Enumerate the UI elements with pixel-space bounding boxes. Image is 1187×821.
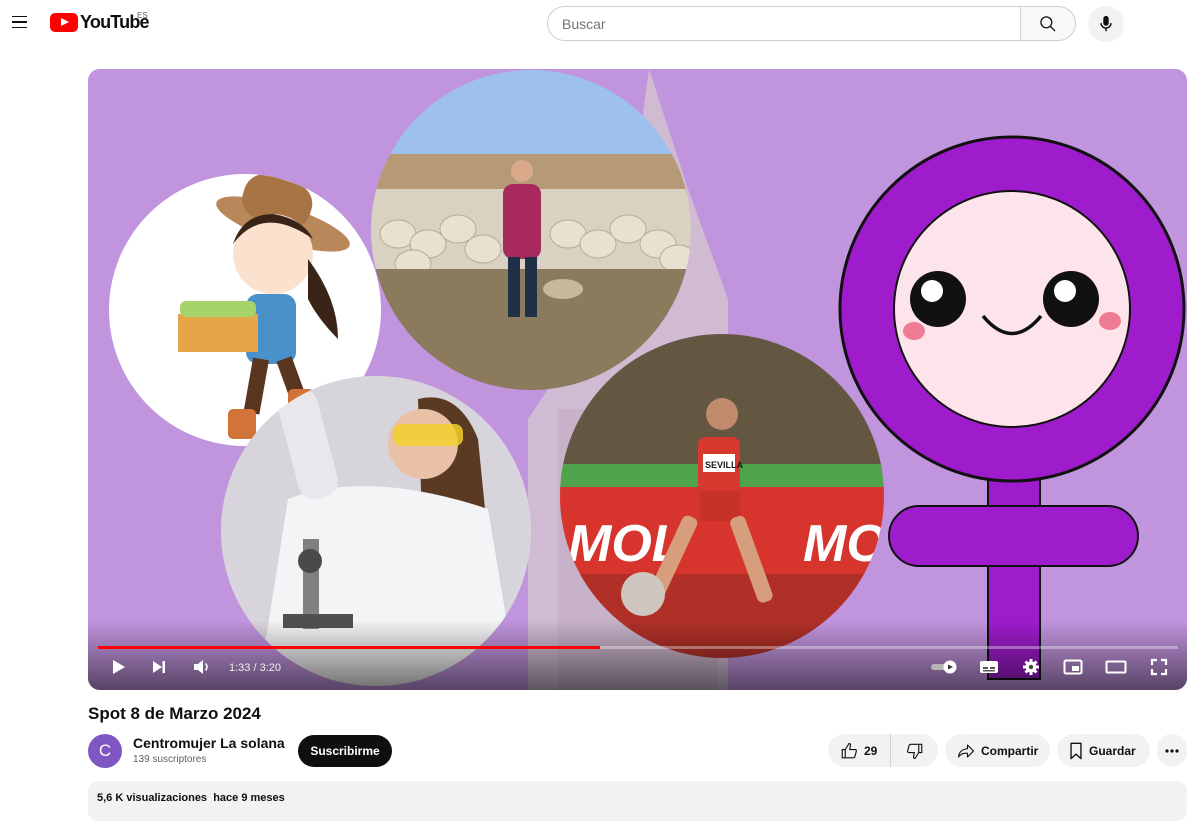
miniplayer-icon — [1063, 659, 1083, 675]
next-button[interactable] — [148, 655, 170, 679]
fullscreen-button[interactable] — [1146, 655, 1172, 679]
subtitles-icon — [980, 661, 998, 673]
next-icon — [153, 661, 165, 673]
subtitles-button[interactable] — [976, 655, 1002, 679]
settings-button[interactable] — [1018, 655, 1044, 679]
publish-date: hace 9 meses — [213, 792, 285, 804]
save-button[interactable]: Guardar — [1057, 734, 1150, 767]
play-button[interactable] — [108, 655, 130, 679]
search-button[interactable] — [1020, 6, 1076, 41]
youtube-play-icon — [50, 12, 78, 32]
bookmark-icon — [1070, 742, 1082, 759]
region-code: ES — [137, 11, 148, 20]
video-thumbnail: MOL MO SEVILLA — [88, 69, 1187, 690]
mute-button[interactable] — [190, 655, 214, 679]
subscribe-button[interactable]: Suscribirme — [298, 735, 392, 767]
like-dislike-group: 29 — [828, 734, 938, 767]
thumbs-down-icon — [906, 743, 922, 759]
more-actions-button[interactable] — [1157, 734, 1187, 767]
fullscreen-icon — [1150, 658, 1168, 676]
voice-search-button[interactable] — [1088, 6, 1124, 42]
view-count-and-date: 5,6 K visualizaciones hace 9 meses — [97, 792, 285, 804]
guide-menu-button[interactable] — [6, 9, 32, 35]
like-button[interactable]: 29 — [828, 734, 891, 767]
share-label: Compartir — [981, 743, 1039, 758]
search-input[interactable] — [548, 7, 1021, 40]
athlete-bib-name: SEVILLA — [705, 460, 744, 470]
volume-icon — [194, 660, 208, 674]
share-icon — [957, 743, 975, 758]
video-title: Spot 8 de Marzo 2024 — [88, 704, 261, 723]
autoplay-icon — [931, 660, 957, 674]
search-box — [547, 6, 1021, 41]
view-count: 5,6 K visualizaciones — [97, 792, 208, 804]
play-icon — [113, 660, 125, 674]
channel-name-link[interactable]: Centromujer La solana — [133, 735, 285, 751]
more-horizontal-icon — [1165, 748, 1179, 753]
hamburger-icon-line — [11, 21, 27, 23]
gear-icon — [1023, 659, 1039, 675]
channel-avatar[interactable]: C — [88, 734, 122, 768]
theater-mode-button[interactable] — [1102, 655, 1130, 679]
like-count: 29 — [864, 743, 878, 758]
progress-bar-played — [98, 646, 601, 649]
hamburger-icon-line — [11, 15, 27, 18]
miniplayer-button[interactable] — [1060, 655, 1086, 679]
thumbs-up-icon — [841, 742, 857, 758]
autoplay-toggle[interactable] — [930, 655, 960, 679]
youtube-logo-link[interactable]: YouTube — [50, 11, 150, 33]
video-player[interactable]: MOL MO SEVILLA 1:33 / 3:20 — [88, 69, 1187, 690]
masthead: YouTube ES — [0, 0, 1187, 46]
search-icon — [1040, 15, 1056, 32]
time-display: 1:33 / 3:20 — [229, 662, 281, 674]
microphone-icon — [1100, 15, 1112, 32]
hamburger-icon-line — [11, 26, 27, 29]
progress-bar[interactable] — [98, 646, 1178, 649]
share-button[interactable]: Compartir — [945, 734, 1050, 767]
dislike-button[interactable] — [891, 734, 938, 767]
save-label: Guardar — [1089, 743, 1136, 758]
description-box[interactable]: 5,6 K visualizaciones hace 9 meses — [88, 781, 1187, 821]
subscriber-count: 139 suscriptores — [133, 754, 207, 765]
theater-mode-icon — [1105, 660, 1127, 674]
